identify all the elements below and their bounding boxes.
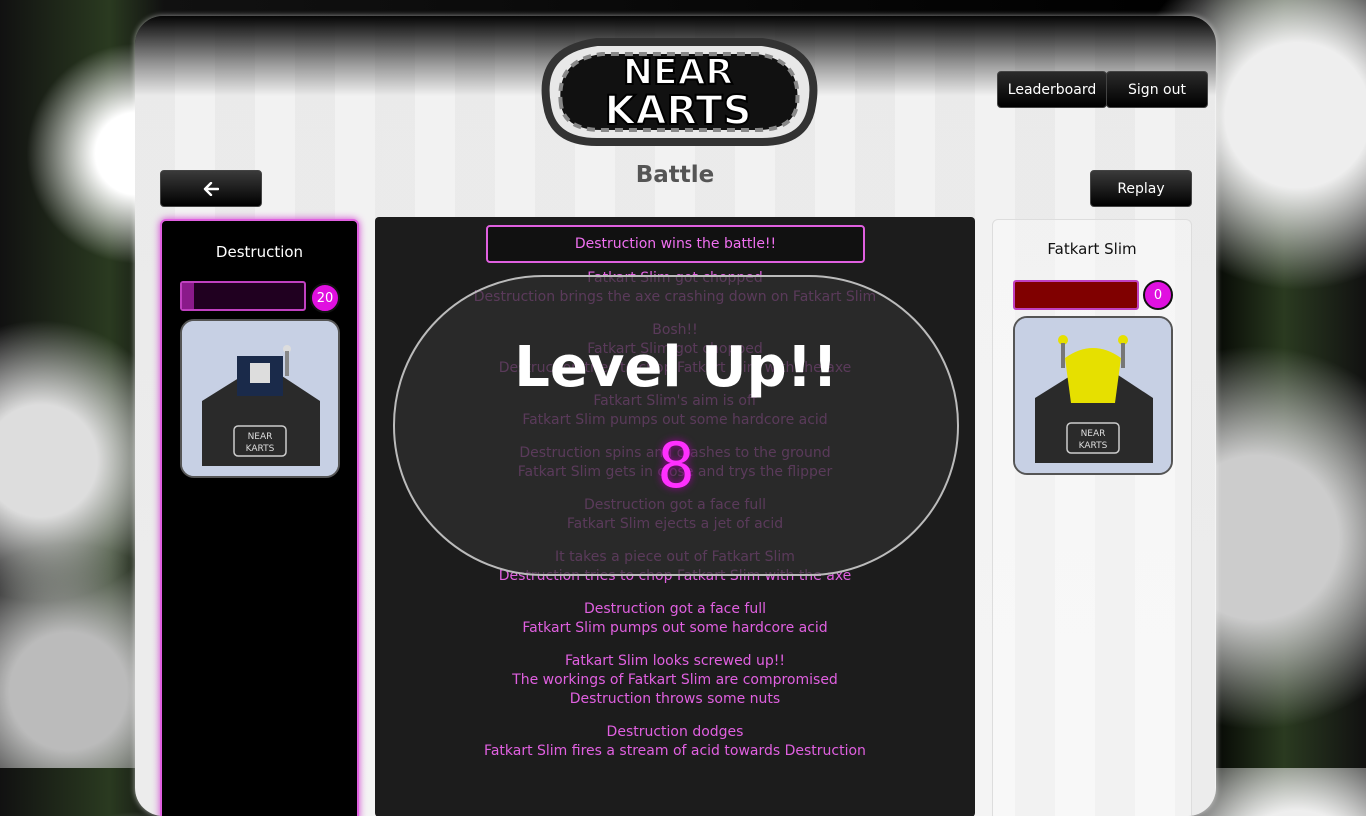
player-panel: Destruction 20 NEAR KARTS [160, 219, 359, 816]
battle-result: Destruction wins the battle!! [486, 225, 865, 263]
player-kart-image: NEAR KARTS [180, 319, 340, 478]
logo-line1: NEAR [623, 52, 733, 93]
leaderboard-button[interactable]: Leaderboard [997, 71, 1107, 108]
signout-button[interactable]: Sign out [1106, 71, 1208, 108]
player-health-bar [180, 281, 306, 311]
log-group: Destruction dodges Fatkart Slim fires a s… [375, 723, 975, 761]
log-group: Destruction got a face full Fatkart Slim … [375, 600, 975, 638]
kart-logo-line1: NEAR [1081, 429, 1106, 439]
log-line: The workings of Fatkart Slim are comprom… [512, 672, 838, 688]
kart-logo-line1: NEAR [248, 432, 273, 442]
level-up-title: Level Up!! [514, 335, 838, 400]
opponent-name: Fatkart Slim [1047, 240, 1137, 258]
opponent-health-fill [1015, 282, 1137, 308]
back-button[interactable] [160, 170, 262, 207]
log-line: Fatkart Slim looks screwed up!! [564, 653, 786, 669]
player-health-fill [182, 283, 195, 309]
player-name: Destruction [215, 243, 304, 261]
log-line: Destruction dodges [606, 724, 744, 740]
replay-button[interactable]: Replay [1090, 170, 1192, 207]
log-group: Fatkart Slim looks screwed up!! The worki… [375, 652, 975, 709]
opponent-kart-image: NEAR KARTS [1013, 316, 1173, 475]
kart-logo-line2: KARTS [246, 444, 275, 454]
level-up-number: 8 [657, 429, 695, 502]
log-line: Fatkart Slim fires a stream of acid towa… [484, 743, 866, 759]
opponent-panel: Fatkart Slim 0 NEAR KARTS [992, 219, 1192, 816]
log-line: Destruction throws some nuts [569, 691, 781, 707]
opponent-level-badge: 0 [1143, 280, 1173, 310]
log-line: Fatkart Slim pumps out some hardcore aci… [522, 620, 828, 636]
near-karts-logo: NEAR KARTS [541, 38, 818, 146]
logo-line2: KARTS [604, 88, 751, 134]
player-level-badge: 20 [310, 283, 340, 313]
arrow-left-icon [203, 181, 219, 196]
kart-logo-line2: KARTS [1079, 441, 1108, 451]
page-title: Battle [635, 162, 715, 188]
app-frame: NEAR KARTS Leaderboard Sign out Battle R… [135, 16, 1216, 816]
opponent-health-bar [1013, 280, 1139, 310]
log-line: Destruction got a face full [583, 601, 767, 617]
battle-log: Destruction wins the battle!! Fatkart Sl… [375, 217, 975, 816]
level-up-overlay: Level Up!! 8 [393, 275, 959, 576]
